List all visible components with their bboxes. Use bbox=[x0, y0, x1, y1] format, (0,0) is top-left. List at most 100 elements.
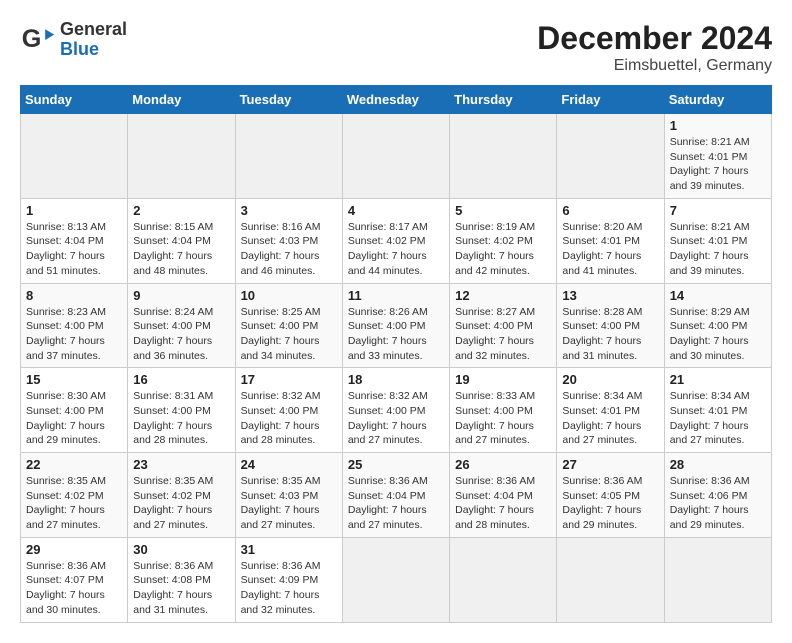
day-info: Sunrise: 8:25 AM Sunset: 4:00 PM Dayligh… bbox=[241, 305, 337, 364]
day-number: 12 bbox=[455, 288, 551, 303]
day-cell: 17 Sunrise: 8:32 AM Sunset: 4:00 PM Dayl… bbox=[235, 368, 342, 453]
day-info: Sunrise: 8:26 AM Sunset: 4:00 PM Dayligh… bbox=[348, 305, 444, 364]
day-cell: 15 Sunrise: 8:30 AM Sunset: 4:00 PM Dayl… bbox=[21, 368, 128, 453]
day-info: Sunrise: 8:24 AM Sunset: 4:00 PM Dayligh… bbox=[133, 305, 229, 364]
day-number: 18 bbox=[348, 372, 444, 387]
day-cell: 22 Sunrise: 8:35 AM Sunset: 4:02 PM Dayl… bbox=[21, 453, 128, 538]
day-cell bbox=[557, 114, 664, 199]
day-number: 11 bbox=[348, 288, 444, 303]
week-row-1: 1 Sunrise: 8:21 AM Sunset: 4:01 PM Dayli… bbox=[21, 114, 772, 199]
day-number: 22 bbox=[26, 457, 122, 472]
day-info: Sunrise: 8:15 AM Sunset: 4:04 PM Dayligh… bbox=[133, 220, 229, 279]
day-info: Sunrise: 8:27 AM Sunset: 4:00 PM Dayligh… bbox=[455, 305, 551, 364]
col-header-monday: Monday bbox=[128, 86, 235, 114]
day-info: Sunrise: 8:36 AM Sunset: 4:07 PM Dayligh… bbox=[26, 559, 122, 618]
day-number: 25 bbox=[348, 457, 444, 472]
day-number: 24 bbox=[241, 457, 337, 472]
day-info: Sunrise: 8:33 AM Sunset: 4:00 PM Dayligh… bbox=[455, 389, 551, 448]
calendar-title: December 2024 bbox=[537, 20, 772, 57]
day-number: 15 bbox=[26, 372, 122, 387]
day-info: Sunrise: 8:31 AM Sunset: 4:00 PM Dayligh… bbox=[133, 389, 229, 448]
day-cell bbox=[128, 114, 235, 199]
day-info: Sunrise: 8:20 AM Sunset: 4:01 PM Dayligh… bbox=[562, 220, 658, 279]
day-number: 28 bbox=[670, 457, 766, 472]
logo-icon: G bbox=[20, 22, 56, 58]
day-number: 9 bbox=[133, 288, 229, 303]
day-info: Sunrise: 8:35 AM Sunset: 4:02 PM Dayligh… bbox=[133, 474, 229, 533]
day-cell: 25 Sunrise: 8:36 AM Sunset: 4:04 PM Dayl… bbox=[342, 453, 449, 538]
day-cell: 7 Sunrise: 8:21 AM Sunset: 4:01 PM Dayli… bbox=[664, 198, 771, 283]
day-number: 29 bbox=[26, 542, 122, 557]
day-number: 3 bbox=[241, 203, 337, 218]
day-number: 17 bbox=[241, 372, 337, 387]
day-number: 26 bbox=[455, 457, 551, 472]
calendar-subtitle: Eimsbuettel, Germany bbox=[537, 57, 772, 75]
day-info: Sunrise: 8:35 AM Sunset: 4:02 PM Dayligh… bbox=[26, 474, 122, 533]
day-cell: 3 Sunrise: 8:16 AM Sunset: 4:03 PM Dayli… bbox=[235, 198, 342, 283]
col-header-saturday: Saturday bbox=[664, 86, 771, 114]
day-number: 21 bbox=[670, 372, 766, 387]
day-number: 5 bbox=[455, 203, 551, 218]
day-info: Sunrise: 8:36 AM Sunset: 4:06 PM Dayligh… bbox=[670, 474, 766, 533]
day-cell: 23 Sunrise: 8:35 AM Sunset: 4:02 PM Dayl… bbox=[128, 453, 235, 538]
day-info: Sunrise: 8:36 AM Sunset: 4:04 PM Dayligh… bbox=[348, 474, 444, 533]
day-number: 13 bbox=[562, 288, 658, 303]
day-info: Sunrise: 8:17 AM Sunset: 4:02 PM Dayligh… bbox=[348, 220, 444, 279]
day-info: Sunrise: 8:29 AM Sunset: 4:00 PM Dayligh… bbox=[670, 305, 766, 364]
day-cell: 19 Sunrise: 8:33 AM Sunset: 4:00 PM Dayl… bbox=[450, 368, 557, 453]
week-row-6: 29 Sunrise: 8:36 AM Sunset: 4:07 PM Dayl… bbox=[21, 537, 772, 622]
page-header: G General Blue December 2024 Eimsbuettel… bbox=[20, 20, 772, 75]
day-number: 2 bbox=[133, 203, 229, 218]
svg-text:G: G bbox=[22, 25, 42, 53]
logo-line2: Blue bbox=[60, 40, 127, 60]
day-cell: 9 Sunrise: 8:24 AM Sunset: 4:00 PM Dayli… bbox=[128, 283, 235, 368]
day-cell: 1 Sunrise: 8:21 AM Sunset: 4:01 PM Dayli… bbox=[664, 114, 771, 199]
day-info: Sunrise: 8:36 AM Sunset: 4:05 PM Dayligh… bbox=[562, 474, 658, 533]
day-cell bbox=[21, 114, 128, 199]
col-header-sunday: Sunday bbox=[21, 86, 128, 114]
day-cell: 24 Sunrise: 8:35 AM Sunset: 4:03 PM Dayl… bbox=[235, 453, 342, 538]
day-cell: 11 Sunrise: 8:26 AM Sunset: 4:00 PM Dayl… bbox=[342, 283, 449, 368]
day-cell: 27 Sunrise: 8:36 AM Sunset: 4:05 PM Dayl… bbox=[557, 453, 664, 538]
day-cell: 30 Sunrise: 8:36 AM Sunset: 4:08 PM Dayl… bbox=[128, 537, 235, 622]
day-number: 7 bbox=[670, 203, 766, 218]
day-cell bbox=[450, 537, 557, 622]
day-info: Sunrise: 8:32 AM Sunset: 4:00 PM Dayligh… bbox=[348, 389, 444, 448]
day-number: 4 bbox=[348, 203, 444, 218]
day-cell bbox=[664, 537, 771, 622]
week-row-5: 22 Sunrise: 8:35 AM Sunset: 4:02 PM Dayl… bbox=[21, 453, 772, 538]
day-cell: 10 Sunrise: 8:25 AM Sunset: 4:00 PM Dayl… bbox=[235, 283, 342, 368]
week-row-2: 1 Sunrise: 8:13 AM Sunset: 4:04 PM Dayli… bbox=[21, 198, 772, 283]
day-cell: 16 Sunrise: 8:31 AM Sunset: 4:00 PM Dayl… bbox=[128, 368, 235, 453]
day-cell: 28 Sunrise: 8:36 AM Sunset: 4:06 PM Dayl… bbox=[664, 453, 771, 538]
day-info: Sunrise: 8:32 AM Sunset: 4:00 PM Dayligh… bbox=[241, 389, 337, 448]
day-cell: 20 Sunrise: 8:34 AM Sunset: 4:01 PM Dayl… bbox=[557, 368, 664, 453]
col-header-thursday: Thursday bbox=[450, 86, 557, 114]
day-info: Sunrise: 8:28 AM Sunset: 4:00 PM Dayligh… bbox=[562, 305, 658, 364]
day-cell: 14 Sunrise: 8:29 AM Sunset: 4:00 PM Dayl… bbox=[664, 283, 771, 368]
logo: G General Blue bbox=[20, 20, 127, 60]
day-number: 1 bbox=[26, 203, 122, 218]
day-cell: 12 Sunrise: 8:27 AM Sunset: 4:00 PM Dayl… bbox=[450, 283, 557, 368]
day-cell bbox=[557, 537, 664, 622]
day-number: 30 bbox=[133, 542, 229, 557]
day-number: 20 bbox=[562, 372, 658, 387]
day-number: 8 bbox=[26, 288, 122, 303]
day-cell: 31 Sunrise: 8:36 AM Sunset: 4:09 PM Dayl… bbox=[235, 537, 342, 622]
day-info: Sunrise: 8:36 AM Sunset: 4:04 PM Dayligh… bbox=[455, 474, 551, 533]
day-info: Sunrise: 8:34 AM Sunset: 4:01 PM Dayligh… bbox=[670, 389, 766, 448]
day-number: 14 bbox=[670, 288, 766, 303]
day-cell: 18 Sunrise: 8:32 AM Sunset: 4:00 PM Dayl… bbox=[342, 368, 449, 453]
day-cell: 1 Sunrise: 8:13 AM Sunset: 4:04 PM Dayli… bbox=[21, 198, 128, 283]
day-number: 6 bbox=[562, 203, 658, 218]
day-number: 27 bbox=[562, 457, 658, 472]
day-cell: 13 Sunrise: 8:28 AM Sunset: 4:00 PM Dayl… bbox=[557, 283, 664, 368]
day-cell: 2 Sunrise: 8:15 AM Sunset: 4:04 PM Dayli… bbox=[128, 198, 235, 283]
day-cell bbox=[342, 537, 449, 622]
day-cell bbox=[235, 114, 342, 199]
day-cell: 29 Sunrise: 8:36 AM Sunset: 4:07 PM Dayl… bbox=[21, 537, 128, 622]
day-number: 1 bbox=[670, 118, 766, 133]
day-info: Sunrise: 8:35 AM Sunset: 4:03 PM Dayligh… bbox=[241, 474, 337, 533]
day-cell: 5 Sunrise: 8:19 AM Sunset: 4:02 PM Dayli… bbox=[450, 198, 557, 283]
day-cell: 26 Sunrise: 8:36 AM Sunset: 4:04 PM Dayl… bbox=[450, 453, 557, 538]
